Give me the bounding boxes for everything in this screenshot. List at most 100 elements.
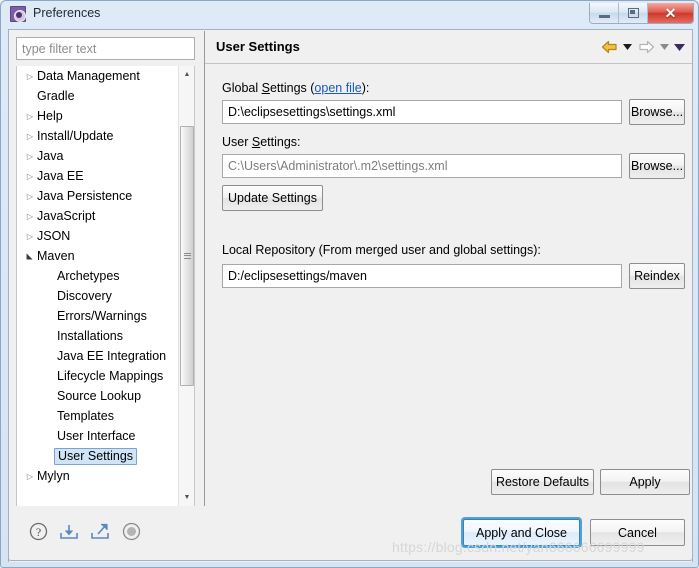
label-part: ettings: bbox=[260, 135, 301, 149]
tree-item-templates[interactable]: Templates bbox=[17, 406, 180, 426]
label-part: User bbox=[222, 135, 252, 149]
tree-item-label: Data Management bbox=[37, 69, 140, 83]
tree-item-label: Java EE Integration bbox=[57, 349, 167, 363]
page-header: User Settings bbox=[205, 31, 692, 64]
update-settings-button[interactable]: Update Settings bbox=[222, 185, 323, 211]
preferences-dialog: Preferences ✕ type filter text ▷ Data Man… bbox=[0, 0, 699, 568]
back-button[interactable] bbox=[599, 37, 619, 57]
restore-defaults-button[interactable]: Restore Defaults bbox=[491, 469, 594, 495]
local-repository-label: Local Repository (From merged user and g… bbox=[222, 243, 541, 257]
tree-item-maven[interactable]: ◢ Maven bbox=[17, 246, 180, 266]
twisty-collapsed-icon[interactable]: ▷ bbox=[23, 232, 37, 241]
tree-item-discovery[interactable]: Discovery bbox=[17, 286, 180, 306]
user-settings-input[interactable]: C:\Users\Administrator\.m2\settings.xml bbox=[222, 154, 622, 178]
tree-item-javascript[interactable]: ▷ JavaScript bbox=[17, 206, 180, 226]
tree-item-label: Help bbox=[37, 109, 63, 123]
minimize-icon bbox=[598, 15, 610, 18]
tree-item-mylyn[interactable]: ▷ Mylyn bbox=[17, 466, 180, 486]
tree-item-java[interactable]: ▷ Java bbox=[17, 146, 180, 166]
tree-item-install-update[interactable]: ▷ Install/Update bbox=[17, 126, 180, 146]
forward-history-dropdown[interactable] bbox=[658, 37, 671, 57]
forward-button[interactable] bbox=[636, 37, 656, 57]
scroll-down-icon[interactable]: ▼ bbox=[179, 489, 194, 506]
tree-item-json[interactable]: ▷ JSON bbox=[17, 226, 180, 246]
forward-arrow-icon bbox=[638, 40, 654, 54]
page-content: Global Settings (open file): D:\eclipses… bbox=[205, 65, 692, 527]
user-settings-browse-button[interactable]: Browse... bbox=[629, 153, 685, 179]
apply-button[interactable]: Apply bbox=[600, 469, 690, 495]
reindex-button[interactable]: Reindex bbox=[629, 263, 685, 289]
tree-item-lifecycle-mappings[interactable]: Lifecycle Mappings bbox=[17, 366, 180, 386]
tree-item-label: Errors/Warnings bbox=[57, 309, 147, 323]
open-file-link[interactable]: open file bbox=[314, 81, 361, 95]
record-icon bbox=[122, 522, 140, 540]
twisty-collapsed-icon[interactable]: ▷ bbox=[23, 472, 37, 481]
tree-item-label: Discovery bbox=[57, 289, 112, 303]
twisty-collapsed-icon[interactable]: ▷ bbox=[23, 152, 37, 161]
scroll-up-icon[interactable]: ▲ bbox=[179, 66, 194, 83]
tree-item-label: Lifecycle Mappings bbox=[57, 369, 164, 383]
global-settings-input[interactable]: D:\eclipsesettings\settings.xml bbox=[222, 100, 622, 124]
page-pane: User Settings Global Settings (open file… bbox=[204, 31, 692, 528]
tree-item-label: Java bbox=[37, 149, 64, 163]
tree-item-user-settings[interactable]: User Settings bbox=[17, 446, 180, 466]
twisty-collapsed-icon[interactable]: ▷ bbox=[23, 112, 37, 121]
tree-item-list: ▷Data Management▷Gradle▷Help▷Install/Upd… bbox=[17, 66, 180, 506]
twisty-collapsed-icon[interactable]: ▷ bbox=[23, 212, 37, 221]
twisty-expanded-icon[interactable]: ◢ bbox=[26, 249, 35, 263]
twisty-collapsed-icon[interactable]: ▷ bbox=[23, 132, 37, 141]
footer-icon-strip: ? bbox=[27, 520, 142, 542]
dialog-client-area: type filter text ▷Data Management▷Gradle… bbox=[8, 29, 693, 562]
global-settings-label: Global Settings (open file): bbox=[222, 81, 369, 95]
tree-item-java-ee[interactable]: ▷ Java EE bbox=[17, 166, 180, 186]
help-button[interactable]: ? bbox=[27, 520, 49, 542]
tree-item-data-management[interactable]: ▷ Data Management bbox=[17, 66, 180, 86]
tree-item-user-interface[interactable]: User Interface bbox=[17, 426, 180, 446]
tree-item-label: Gradle bbox=[37, 89, 75, 103]
back-arrow-icon bbox=[601, 40, 617, 54]
tree-item-label: Maven bbox=[37, 249, 75, 263]
filter-input[interactable]: type filter text bbox=[16, 37, 195, 60]
chevron-down-icon bbox=[660, 44, 669, 50]
back-history-dropdown[interactable] bbox=[621, 37, 634, 57]
watermark-text: https://blog.csdn.net/yan666666699999 bbox=[392, 539, 645, 555]
local-repository-input[interactable]: D:/eclipsesettings/maven bbox=[222, 264, 622, 288]
tree-item-label: JavaScript bbox=[37, 209, 96, 223]
tree-item-installations[interactable]: Installations bbox=[17, 326, 180, 346]
tree-item-label: Mylyn bbox=[37, 469, 70, 483]
global-settings-browse-button[interactable]: Browse... bbox=[629, 99, 685, 125]
vertical-scroll-thumb[interactable] bbox=[180, 126, 194, 386]
mnemonic-char: S bbox=[251, 135, 261, 149]
tree-item-errors-warnings[interactable]: Errors/Warnings bbox=[17, 306, 180, 326]
page-title: User Settings bbox=[216, 39, 300, 54]
close-button[interactable]: ✕ bbox=[648, 3, 693, 23]
tree-vertical-scrollbar[interactable]: ▲ ▼ bbox=[178, 66, 194, 506]
label-part: ): bbox=[361, 81, 370, 95]
twisty-collapsed-icon[interactable]: ▷ bbox=[23, 192, 37, 201]
maximize-button[interactable] bbox=[619, 3, 648, 23]
tree-item-java-ee-integration[interactable]: Java EE Integration bbox=[17, 346, 180, 366]
tree-item-java-persistence[interactable]: ▷ Java Persistence bbox=[17, 186, 180, 206]
tree-item-label: User Settings bbox=[54, 447, 138, 465]
tree-item-source-lookup[interactable]: Source Lookup bbox=[17, 386, 180, 406]
twisty-collapsed-icon[interactable]: ▷ bbox=[23, 72, 37, 81]
tree-item-label: Java EE bbox=[37, 169, 84, 183]
title-bar: Preferences ✕ bbox=[1, 1, 698, 28]
view-menu-button[interactable] bbox=[673, 37, 686, 57]
record-button[interactable] bbox=[120, 520, 142, 542]
tree-item-label: Templates bbox=[57, 409, 114, 423]
tree-item-gradle[interactable]: ▷Gradle bbox=[17, 86, 180, 106]
user-settings-label: User Settings: bbox=[222, 135, 301, 149]
tree-item-label: Installations bbox=[57, 329, 124, 343]
help-icon: ? bbox=[29, 522, 47, 540]
minimize-button[interactable] bbox=[590, 3, 619, 23]
tree-item-help[interactable]: ▷ Help bbox=[17, 106, 180, 126]
maximize-icon bbox=[627, 8, 639, 18]
window-title: Preferences bbox=[33, 6, 101, 20]
label-part: ettings ( bbox=[269, 81, 315, 95]
preferences-gear-icon bbox=[10, 6, 26, 22]
tree-item-archetypes[interactable]: Archetypes bbox=[17, 266, 180, 286]
import-button[interactable] bbox=[58, 520, 80, 542]
twisty-collapsed-icon[interactable]: ▷ bbox=[23, 172, 37, 181]
export-button[interactable] bbox=[89, 520, 111, 542]
